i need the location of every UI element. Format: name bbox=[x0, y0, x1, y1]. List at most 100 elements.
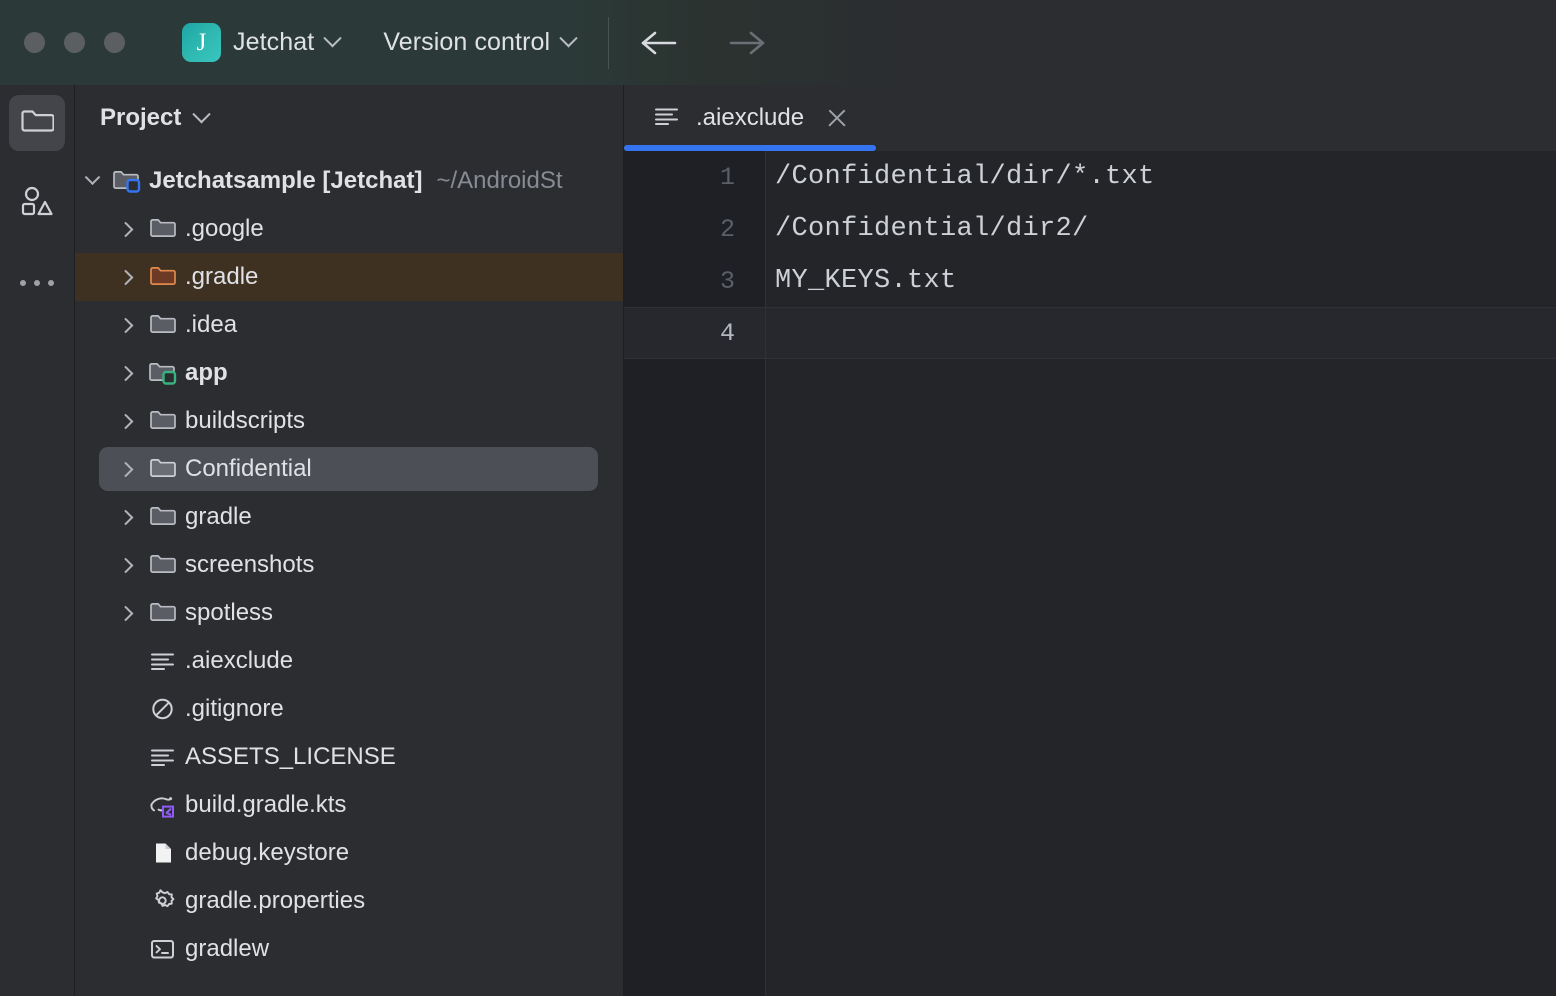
line-text[interactable]: /Confidential/dir/*.txt bbox=[766, 151, 1556, 203]
close-window-button[interactable] bbox=[24, 32, 45, 53]
tree-row-screenshots[interactable]: screenshots bbox=[75, 541, 623, 589]
panel-title: Project bbox=[100, 104, 181, 132]
tree-label: .gradle bbox=[185, 263, 258, 291]
tree-root-path: ~/AndroidSt bbox=[436, 167, 562, 195]
chevron-right-icon[interactable] bbox=[111, 512, 145, 523]
window-controls bbox=[0, 32, 125, 53]
line-text[interactable] bbox=[766, 308, 1556, 358]
tree-row-gradle-properties[interactable]: gradle.properties bbox=[75, 877, 623, 925]
module-folder-green-icon bbox=[145, 360, 181, 386]
sidebar-item-project[interactable] bbox=[9, 95, 65, 151]
more-tool-windows-button[interactable] bbox=[9, 255, 65, 311]
tree-row-google[interactable]: .google bbox=[75, 205, 623, 253]
tree-row-build-gradle-kts[interactable]: build.gradle.kts bbox=[75, 781, 623, 829]
chevron-down-icon bbox=[324, 29, 342, 47]
tree-row-gradlew[interactable]: gradlew bbox=[75, 925, 623, 973]
tree-row-debug-keystore[interactable]: debug.keystore bbox=[75, 829, 623, 877]
chevron-right-icon[interactable] bbox=[111, 608, 145, 619]
tree-label: debug.keystore bbox=[185, 839, 349, 867]
chevron-down-icon bbox=[559, 29, 577, 47]
unknown-file-icon bbox=[145, 840, 181, 866]
ide-window: J Jetchat Version control bbox=[0, 0, 1556, 996]
title-bar: J Jetchat Version control bbox=[0, 0, 1556, 85]
tree-row-confidential[interactable]: Confidential bbox=[75, 445, 623, 493]
minimize-window-button[interactable] bbox=[64, 32, 85, 53]
folder-icon bbox=[145, 552, 181, 578]
chevron-right-icon[interactable] bbox=[111, 416, 145, 427]
tree-label: build.gradle.kts bbox=[185, 791, 346, 819]
editor-tab-label: .aiexclude bbox=[696, 104, 804, 132]
chevron-right-icon[interactable] bbox=[111, 368, 145, 379]
version-control-widget[interactable]: Version control bbox=[383, 28, 575, 57]
chevron-down-icon[interactable] bbox=[75, 176, 109, 187]
project-tool-window: Project Jetchatsampl bbox=[75, 85, 623, 996]
tree-row-assets-license[interactable]: ASSETS_LICENSE bbox=[75, 733, 623, 781]
tree-label: .gitignore bbox=[185, 695, 284, 723]
line-number: 1 bbox=[624, 151, 766, 203]
tree-row-spotless[interactable]: spotless bbox=[75, 589, 623, 637]
gutter-empty bbox=[624, 359, 766, 996]
code-line[interactable]: 2 /Confidential/dir2/ bbox=[624, 203, 1556, 255]
chevron-right-icon[interactable] bbox=[111, 320, 145, 331]
folder-icon bbox=[145, 504, 181, 530]
code-editor[interactable]: 1 /Confidential/dir/*.txt 2 /Confidentia… bbox=[624, 151, 1556, 996]
activity-bar bbox=[0, 85, 75, 996]
tree-row-aiexclude[interactable]: .aiexclude bbox=[75, 637, 623, 685]
tree-row-gitignore[interactable]: .gitignore bbox=[75, 685, 623, 733]
module-folder-blue-icon bbox=[109, 168, 145, 194]
tree-label: screenshots bbox=[185, 551, 314, 579]
folder-orange-icon bbox=[145, 264, 181, 290]
code-line[interactable]: 3 MY_KEYS.txt bbox=[624, 255, 1556, 307]
tree-label: .idea bbox=[185, 311, 237, 339]
code-line[interactable]: 1 /Confidential/dir/*.txt bbox=[624, 151, 1556, 203]
chevron-right-icon[interactable] bbox=[111, 224, 145, 235]
line-number: 3 bbox=[624, 255, 766, 307]
text-file-icon bbox=[652, 103, 682, 134]
forward-button[interactable] bbox=[719, 15, 775, 71]
tree-row-app[interactable]: app bbox=[75, 349, 623, 397]
code-line-current[interactable]: 4 bbox=[624, 307, 1556, 359]
code-empty[interactable] bbox=[766, 359, 1556, 996]
tree-row-idea[interactable]: .idea bbox=[75, 301, 623, 349]
more-dots-icon bbox=[20, 280, 54, 286]
navigation-buttons bbox=[631, 15, 775, 71]
properties-file-icon bbox=[145, 888, 181, 914]
close-icon[interactable] bbox=[824, 105, 850, 131]
gradle-kotlin-file-icon bbox=[145, 792, 181, 818]
editor-empty-space[interactable] bbox=[624, 359, 1556, 996]
sidebar-item-structure[interactable] bbox=[9, 175, 65, 231]
shell-script-icon bbox=[145, 936, 181, 962]
project-widget[interactable]: J Jetchat bbox=[182, 23, 339, 62]
folder-icon bbox=[145, 456, 181, 482]
project-name-label: Jetchat bbox=[233, 28, 314, 57]
line-number: 2 bbox=[624, 203, 766, 255]
editor-tab-bar: .aiexclude bbox=[624, 85, 1556, 151]
folder-icon bbox=[145, 408, 181, 434]
tree-label: app bbox=[185, 359, 228, 387]
tree-label: spotless bbox=[185, 599, 273, 627]
tree-label: buildscripts bbox=[185, 407, 305, 435]
chevron-right-icon[interactable] bbox=[111, 464, 145, 475]
folder-icon bbox=[145, 216, 181, 242]
folder-icon bbox=[145, 312, 181, 338]
folder-icon bbox=[20, 107, 54, 140]
text-file-icon bbox=[145, 744, 181, 770]
tree-row-gradle[interactable]: gradle bbox=[75, 493, 623, 541]
project-avatar-icon: J bbox=[182, 23, 221, 62]
line-text[interactable]: MY_KEYS.txt bbox=[766, 255, 1556, 307]
chevron-right-icon[interactable] bbox=[111, 272, 145, 283]
tree-label: .google bbox=[185, 215, 264, 243]
tree-label: .aiexclude bbox=[185, 647, 293, 675]
project-panel-header[interactable]: Project bbox=[75, 85, 623, 151]
tree-row-buildscripts[interactable]: buildscripts bbox=[75, 397, 623, 445]
back-button[interactable] bbox=[631, 15, 687, 71]
editor-tab-aiexclude[interactable]: .aiexclude bbox=[624, 85, 876, 151]
chevron-down-icon[interactable] bbox=[193, 105, 211, 123]
zoom-window-button[interactable] bbox=[104, 32, 125, 53]
project-tree: Jetchatsample [Jetchat] ~/AndroidSt bbox=[75, 151, 623, 996]
tree-row-gradle-dir[interactable]: .gradle bbox=[75, 253, 623, 301]
tree-row-root[interactable]: Jetchatsample [Jetchat] ~/AndroidSt bbox=[75, 157, 623, 205]
line-text[interactable]: /Confidential/dir2/ bbox=[766, 203, 1556, 255]
chevron-right-icon[interactable] bbox=[111, 560, 145, 571]
shapes-icon bbox=[20, 185, 54, 222]
